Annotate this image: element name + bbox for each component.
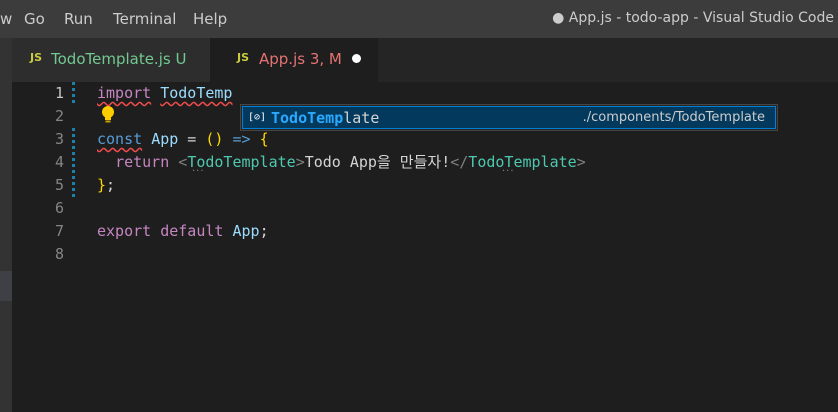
- autocomplete-label: TodoTemplate: [271, 109, 380, 127]
- lightbulb-icon[interactable]: [99, 105, 117, 125]
- code-token: >: [295, 153, 305, 171]
- code-token: {: [259, 130, 269, 148]
- code-token: </: [450, 153, 469, 171]
- git-modified-indicator[interactable]: [72, 82, 75, 105]
- title-bar: w Go Run Terminal Help ● App.js - todo-a…: [0, 0, 838, 38]
- tab-git-status: U: [175, 50, 187, 68]
- line-number: 1: [54, 84, 64, 102]
- activity-bar: [0, 38, 12, 412]
- code-token: export: [97, 222, 152, 240]
- code-token: default: [160, 222, 224, 240]
- autocomplete-item[interactable]: [⊘] TodoTemplate ./components/TodoTempla…: [242, 106, 776, 129]
- line-number: 4: [54, 153, 64, 171]
- line-number: 3: [54, 130, 64, 148]
- line-number: 5: [54, 176, 64, 194]
- code-editor[interactable]: 1 2 3 4 5 6 7 8 import TodoTemp const Ap…: [12, 82, 838, 412]
- tab-app-js[interactable]: JS App.js 3, M: [210, 38, 378, 82]
- autocomplete-widget[interactable]: [⊘] TodoTemplate ./components/TodoTempla…: [240, 104, 778, 131]
- line-number: 7: [54, 222, 64, 240]
- menu-view-partial[interactable]: w: [0, 10, 12, 28]
- tab-label: TodoTemplate.js U: [51, 50, 187, 68]
- tab-problem-count: 3, M: [309, 50, 342, 68]
- js-file-icon: JS: [237, 51, 250, 64]
- code-token: TodoTemplate: [468, 153, 577, 171]
- code-token: App: [151, 130, 179, 148]
- code-token: (): [205, 130, 224, 148]
- code-token: >: [576, 153, 586, 171]
- code-line-7: export default App;: [97, 220, 269, 243]
- tab-todotemplate[interactable]: JS TodoTemplate.js U: [12, 38, 210, 82]
- code-token: <: [178, 153, 188, 171]
- code-token: Todo App을 만들자!: [304, 153, 451, 171]
- code-token: App: [232, 222, 260, 240]
- code-line-5: };: [97, 174, 115, 197]
- code-token: =>: [232, 130, 251, 148]
- line-number-gutter: 1 2 3 4 5 6 7 8: [12, 82, 75, 412]
- code-line-1: import TodoTemp: [97, 82, 232, 105]
- hint-dots: ···: [502, 166, 515, 177]
- tab-label: App.js 3, M: [259, 50, 342, 68]
- code-token: import: [97, 84, 152, 102]
- window-title: ● App.js - todo-app - Visual Studio Code: [552, 10, 834, 26]
- menu-go[interactable]: Go: [24, 10, 45, 28]
- code-token: =: [178, 130, 206, 148]
- code-token: return: [115, 153, 170, 171]
- autocomplete-detail: ./components/TodoTemplate: [582, 110, 765, 125]
- code-token: TodoTemp: [160, 84, 233, 102]
- code-token: const: [97, 130, 143, 148]
- editor-tab-bar: JS TodoTemplate.js U JS App.js 3, M: [0, 38, 838, 82]
- menu-terminal[interactable]: Terminal: [113, 10, 176, 28]
- code-line-3: const App = () => {: [97, 128, 269, 151]
- unsaved-dot-icon[interactable]: [352, 54, 361, 63]
- code-token: ;: [259, 222, 269, 240]
- line-number: 6: [54, 199, 64, 217]
- menu-help[interactable]: Help: [193, 10, 227, 28]
- symbol-variable-icon: [⊘]: [248, 112, 267, 123]
- line-number: 8: [54, 245, 64, 263]
- git-modified-indicator[interactable]: [72, 128, 75, 197]
- menu-run[interactable]: Run: [64, 10, 93, 28]
- code-token: }: [97, 176, 107, 194]
- hint-dots: ···: [192, 166, 205, 177]
- line-number: 2: [54, 107, 64, 125]
- js-file-icon: JS: [30, 51, 43, 64]
- code-token: ;: [106, 176, 116, 194]
- activity-bar-selected[interactable]: [0, 271, 12, 301]
